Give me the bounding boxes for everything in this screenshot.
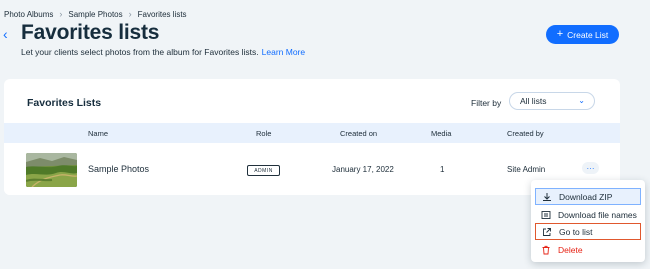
chevron-right-icon: › (128, 9, 132, 19)
chevron-right-icon: › (59, 9, 63, 19)
filter-dropdown[interactable]: All lists ⌄ (509, 92, 595, 110)
breadcrumb: Photo Albums › Sample Photos › Favorites… (4, 9, 187, 20)
list-icon (541, 210, 551, 220)
download-icon (542, 192, 552, 202)
row-media: 1 (440, 165, 445, 174)
menu-item-download-zip[interactable]: Download ZIP (535, 188, 641, 205)
column-created-on: Created on (340, 129, 378, 138)
role-badge: ADMIN (247, 165, 280, 176)
learn-more-link[interactable]: Learn More (262, 47, 305, 57)
row-actions-menu: Download ZIP Download file names Go to l… (531, 180, 645, 262)
column-name: Name (88, 129, 109, 138)
table-row[interactable]: Sample Photos ADMIN January 17, 2022 1 S… (4, 143, 620, 195)
row-name[interactable]: Sample Photos (88, 164, 149, 174)
create-list-button[interactable]: + Create List (546, 25, 619, 44)
filter-value: All lists (520, 96, 547, 106)
page-subtitle: Let your clients select photos from the … (21, 47, 305, 57)
column-media: Media (431, 129, 452, 138)
plus-icon: + (556, 28, 564, 40)
menu-item-label: Delete (558, 244, 583, 255)
chevron-down-icon: ⌄ (578, 96, 585, 105)
menu-item-delete[interactable]: Delete (535, 241, 641, 258)
album-thumbnail (26, 153, 77, 187)
landscape-image-icon (26, 153, 77, 187)
trash-icon (541, 245, 551, 255)
menu-item-label: Go to list (559, 226, 593, 237)
column-role: Role (256, 129, 272, 138)
row-created-on: January 17, 2022 (332, 165, 394, 174)
menu-item-download-file-names[interactable]: Download file names (535, 206, 641, 223)
table-header: Name Role Created on Media Created by (4, 123, 620, 143)
create-list-label: Create List (567, 29, 609, 40)
external-link-icon (542, 227, 552, 237)
favorites-lists-card: Favorites Lists Filter by All lists ⌄ Na… (4, 79, 620, 195)
menu-item-label: Download file names (558, 209, 637, 220)
more-actions-button[interactable]: ··· (582, 162, 599, 174)
row-created-by: Site Admin (507, 165, 546, 174)
breadcrumb-item-current: Favorites lists (137, 10, 187, 19)
breadcrumb-item-photo-albums[interactable]: Photo Albums (4, 10, 53, 19)
breadcrumb-item-sample-photos[interactable]: Sample Photos (68, 10, 122, 19)
page-title: Favorites lists (21, 21, 160, 44)
card-title: Favorites Lists (27, 97, 102, 109)
menu-item-go-to-list[interactable]: Go to list (535, 223, 641, 240)
column-created-by: Created by (507, 129, 544, 138)
back-arrow-icon[interactable]: ‹ (3, 27, 8, 41)
menu-item-label: Download ZIP (559, 191, 613, 202)
subtitle-text: Let your clients select photos from the … (21, 47, 259, 57)
filter-label: Filter by (471, 98, 502, 108)
